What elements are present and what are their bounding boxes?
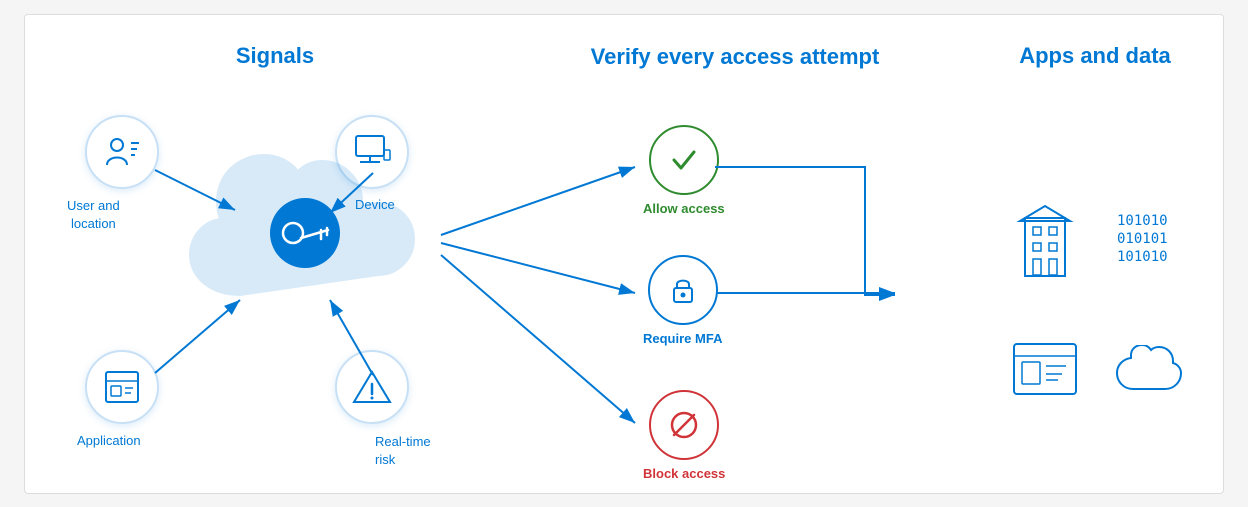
require-mfa-item: Require MFA xyxy=(643,255,722,346)
allow-access-label: Allow access xyxy=(643,201,725,216)
user-location-label: User andlocation xyxy=(67,197,120,233)
title-verify: Verify every access attempt xyxy=(585,43,885,72)
realtime-risk-label: Real-timerisk xyxy=(375,433,431,469)
require-mfa-circle xyxy=(648,255,718,325)
svg-text:010101: 010101 xyxy=(1117,231,1168,247)
cloud-storage-icon xyxy=(1115,345,1185,405)
application-circle xyxy=(85,350,159,424)
diagram-container: Signals Verify every access attempt Apps… xyxy=(24,14,1224,494)
block-access-circle xyxy=(649,390,719,460)
user-location-circle xyxy=(85,115,159,189)
svg-text:101010: 101010 xyxy=(1117,249,1168,265)
title-signals: Signals xyxy=(145,43,405,69)
realtime-risk-circle xyxy=(335,350,409,424)
application-label: Application xyxy=(77,433,141,448)
building-icon xyxy=(1015,203,1075,288)
block-access-label: Block access xyxy=(643,466,725,481)
title-apps: Apps and data xyxy=(985,43,1205,69)
cloud-key xyxy=(180,145,440,325)
allow-access-item: Allow access xyxy=(643,125,725,216)
block-access-item: Block access xyxy=(643,390,725,481)
allow-access-circle xyxy=(649,125,719,195)
app-window-icon xyxy=(1010,340,1080,405)
data-bits-icon: 101010 010101 101010 xyxy=(1115,203,1185,288)
require-mfa-label: Require MFA xyxy=(643,331,722,346)
svg-text:101010: 101010 xyxy=(1117,213,1168,229)
